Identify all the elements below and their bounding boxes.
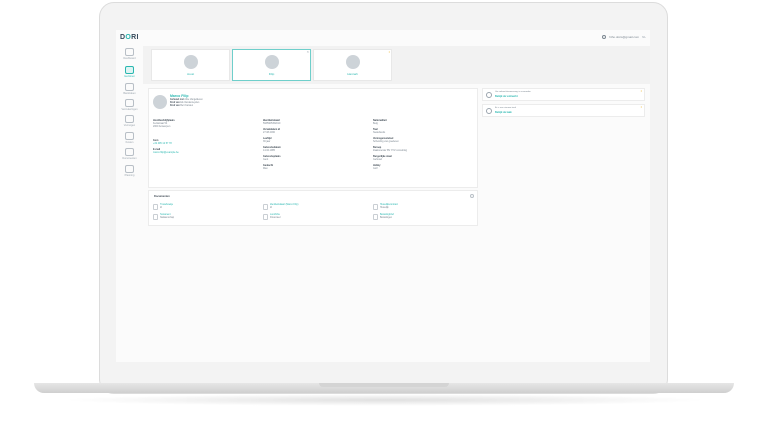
documents-title: Documenten bbox=[154, 195, 170, 198]
sidebar-item-planning[interactable]: Planning bbox=[116, 165, 143, 177]
sidebar-item-label: Kosten bbox=[125, 141, 134, 144]
document-icon bbox=[263, 204, 268, 210]
sidebar-item-verzekeringen[interactable]: Verzekeringen bbox=[116, 99, 143, 111]
language-selector[interactable]: NL bbox=[642, 35, 646, 39]
close-icon[interactable]: × bbox=[307, 50, 309, 54]
notice-card[interactable]: Er is een nieuwe taak Bekijk de taak • bbox=[482, 104, 645, 117]
field-hobby: Hobby Golf bbox=[373, 164, 381, 170]
avatar bbox=[345, 55, 360, 69]
user-icon bbox=[602, 35, 607, 39]
member-card-joost[interactable]: Joost bbox=[151, 49, 230, 81]
document-icon bbox=[263, 214, 268, 220]
field-civil-status: Burgerlijke staat Gehuwd bbox=[373, 155, 392, 161]
profile-name: Marco Filip bbox=[170, 94, 189, 98]
sidebar-item-label: Verzekeringen bbox=[121, 108, 138, 111]
field-language: Taal Nederlands bbox=[373, 128, 386, 134]
profile-panel: Marco Filip Gehuwd met Alice Vangelderen… bbox=[148, 88, 478, 188]
field-address: Hoofdverblijfplaats Kerkstraat 54 2000 Ant… bbox=[153, 119, 175, 128]
notification-dot-icon: • bbox=[640, 88, 642, 93]
sidebar-item-label: Bankzaken bbox=[123, 92, 136, 95]
bank-icon bbox=[125, 83, 134, 91]
family-icon bbox=[125, 66, 134, 74]
laptop-notch bbox=[319, 383, 449, 387]
field-nationality: Nationaliteit Belg bbox=[373, 119, 387, 125]
sidebar-item-documenten[interactable]: Documenten bbox=[116, 148, 143, 160]
planning-icon bbox=[125, 165, 134, 173]
avatar bbox=[183, 55, 198, 69]
field-birthplace: Geboorteplaats Gent bbox=[263, 155, 281, 161]
sidebar-item-label: Dashboard bbox=[123, 57, 136, 60]
field-id-expiry: Vervaldatum id 27.08.2030 bbox=[263, 128, 281, 134]
field-profession: Beroep Zaakvoerder BV XYZ consulting bbox=[373, 146, 408, 152]
topbar-user-area[interactable]: htho.doris@gmail.com NL bbox=[602, 35, 646, 39]
field-age: Leeftijd 36 jaar bbox=[263, 137, 272, 143]
documents-icon bbox=[125, 148, 134, 156]
family-members-strip: Joost Filip × Hannah • bbox=[143, 46, 650, 84]
field-id-card: Identiteitskaart 5935905452010 bbox=[263, 119, 281, 125]
document-icon bbox=[153, 214, 158, 220]
avatar bbox=[153, 95, 167, 109]
app-screen: DORI htho.doris@gmail.com NL Dashboard G… bbox=[116, 30, 650, 362]
sidebar-item-kosten[interactable]: Kosten bbox=[116, 132, 143, 144]
sidebar-item-vermogen[interactable]: Vermogen bbox=[116, 115, 143, 127]
member-name: Joost bbox=[186, 72, 195, 76]
notification-dot-icon: • bbox=[388, 49, 390, 54]
member-card-hannah[interactable]: Hannah • bbox=[313, 49, 392, 81]
sidebar: Dashboard Gezinnen Bankzaken Verzekering… bbox=[116, 46, 143, 362]
documents-panel: Documenten Trouwboekje Id Identiteitskaar… bbox=[148, 190, 478, 226]
alert-icon bbox=[486, 92, 492, 98]
member-card-filip[interactable]: Filip × bbox=[232, 49, 311, 81]
field-email[interactable]: E-mail marco.filip@example.be bbox=[153, 148, 179, 154]
insurance-icon bbox=[125, 99, 134, 107]
notice-link[interactable]: Bekijk de volmacht bbox=[495, 95, 518, 98]
sidebar-item-gezinnen[interactable]: Gezinnen bbox=[116, 66, 143, 78]
document-item[interactable]: Testament Nalatenschap bbox=[153, 214, 174, 220]
relation-line: Gehuwd met Alice Vangelderen bbox=[170, 99, 203, 101]
notice-text: Er is een nieuwe taak bbox=[495, 107, 516, 109]
document-item[interactable]: Loonfiche Financieel bbox=[263, 214, 280, 220]
logo-letters-ri: RI bbox=[131, 34, 139, 41]
notice-card[interactable]: Uw volmachtsaanvraag is verzonden Bekijk… bbox=[482, 88, 645, 101]
notification-dot-icon: • bbox=[640, 104, 642, 109]
dashboard-icon bbox=[125, 48, 134, 56]
costs-icon bbox=[125, 132, 134, 140]
sidebar-item-dashboard[interactable]: Dashboard bbox=[116, 48, 143, 60]
document-icon bbox=[373, 214, 378, 220]
field-gender: Geslacht Man bbox=[263, 164, 274, 170]
notice-text: Uw volmachtsaanvraag is verzonden bbox=[495, 91, 531, 93]
document-icon bbox=[153, 204, 158, 210]
document-icon bbox=[373, 204, 378, 210]
document-item[interactable]: Huwelijkscontract Huwelijk bbox=[373, 204, 398, 210]
sidebar-item-label: Documenten bbox=[122, 157, 137, 160]
member-name: Filip bbox=[268, 72, 275, 76]
laptop-shadow bbox=[60, 394, 710, 406]
app-logo[interactable]: DORI bbox=[120, 34, 139, 41]
field-birthdate: Geboortedatum 14.02.1985 bbox=[263, 146, 281, 152]
task-icon bbox=[486, 108, 492, 114]
document-item[interactable]: Identiteitskaart (Marco Filip) Id bbox=[263, 204, 298, 210]
field-property-regime: Vermogensstelsel Scheiding van goederen bbox=[373, 137, 399, 143]
user-email[interactable]: htho.doris@gmail.com bbox=[609, 35, 639, 39]
relation-line: Kind van Els Vanderweyden bbox=[170, 102, 200, 104]
gear-icon[interactable] bbox=[470, 194, 474, 198]
avatar bbox=[264, 55, 279, 69]
assets-icon bbox=[125, 115, 134, 123]
sidebar-item-label: Planning bbox=[124, 174, 135, 177]
sidebar-item-label: Gezinnen bbox=[124, 75, 135, 78]
relation-line: Kind van Bert Karsten bbox=[170, 105, 194, 107]
sidebar-item-label: Vermogen bbox=[123, 124, 136, 127]
member-name: Hannah bbox=[347, 72, 358, 76]
sidebar-item-bankzaken[interactable]: Bankzaken bbox=[116, 83, 143, 95]
notice-link[interactable]: Bekijk de taak bbox=[495, 111, 512, 114]
document-item[interactable]: Trouwboekje Id bbox=[153, 204, 173, 210]
document-item[interactable]: Belastingbrief Belastingen bbox=[373, 214, 394, 220]
field-gsm[interactable]: Gsm +32 495 12 57 78 bbox=[153, 139, 172, 145]
